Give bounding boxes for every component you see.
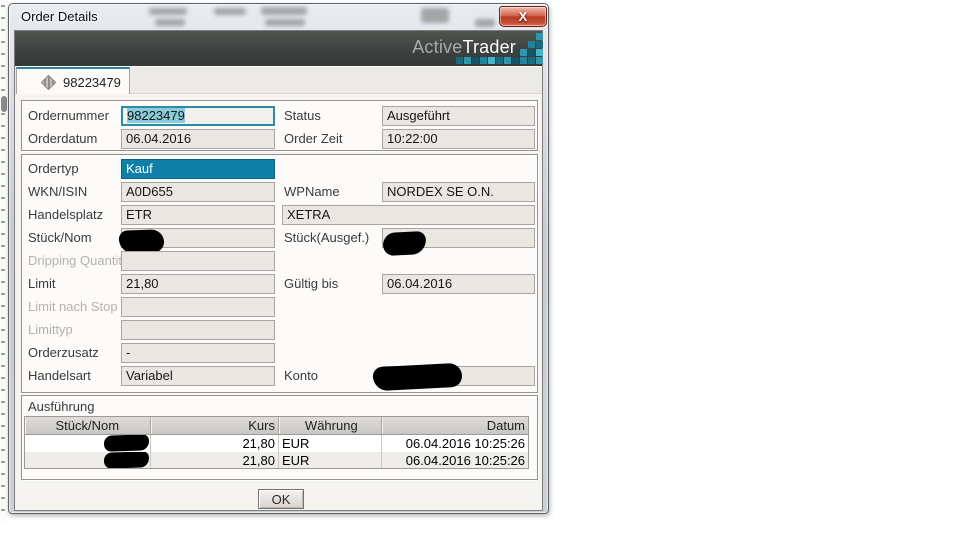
blurred-background-blob (261, 7, 307, 15)
form-area: Ordernummer 98223479 Status Ausgeführt O… (15, 94, 542, 510)
redaction-scribble (103, 435, 149, 452)
label-orderdatum: Orderdatum (28, 129, 97, 149)
group-execution: Ausführung Stück/Nom Kurs Währung Datum … (21, 395, 538, 480)
field-limit-nach-stop (121, 297, 275, 317)
label-orderzusatz: Orderzusatz (28, 343, 99, 363)
label-limittyp: Limittyp (28, 320, 73, 340)
field-orderdatum[interactable]: 06.04.2016 (121, 129, 275, 149)
blurred-background-blob (214, 8, 246, 15)
execution-cell-c1 (25, 452, 151, 468)
field-handelsart[interactable]: Variabel (121, 366, 275, 386)
field-handelsplatz[interactable]: ETR (121, 205, 275, 225)
execution-cell-c2: 21,80 (151, 452, 280, 468)
label-stueck-ausgef: Stück(Ausgef.) (284, 228, 369, 248)
close-button[interactable]: X (499, 6, 547, 27)
column-header-waehrung[interactable]: Währung (279, 417, 382, 434)
dialog-title: Order Details (21, 9, 98, 24)
label-status: Status (284, 106, 321, 126)
column-header-stueck-nom[interactable]: Stück/Nom (25, 417, 151, 434)
execution-group-label: Ausführung (28, 399, 95, 414)
label-orderzeit: Order Zeit (284, 129, 343, 149)
label-gueltig-bis: Gültig bis (284, 274, 338, 294)
label-limit-nach-stop: Limit nach Stop (28, 297, 118, 317)
label-ordertyp: Ordertyp (28, 159, 79, 179)
tab-order-98223479[interactable]: 98223479 (16, 67, 130, 95)
tab-strip: 98223479 (15, 66, 542, 94)
label-handelsart: Handelsart (28, 366, 91, 386)
redaction-scribble (382, 231, 426, 256)
field-status[interactable]: Ausgeführt (382, 106, 535, 126)
label-konto: Konto (284, 366, 318, 386)
column-header-datum[interactable]: Datum (382, 417, 528, 434)
execution-row[interactable]: 21,80EUR06.04.2016 10:25:26 (24, 435, 529, 452)
field-ordernummer[interactable]: 98223479 (121, 106, 275, 126)
execution-cell-c4: 06.04.2016 10:25:26 (382, 435, 528, 452)
label-stueck-nom: Stück/Nom (28, 228, 92, 248)
brand-header: ActiveTrader (15, 31, 542, 66)
execution-table-body: 21,80EUR06.04.2016 10:25:2621,80EUR06.04… (24, 435, 529, 469)
field-ordertyp[interactable]: Kauf (121, 159, 275, 179)
execution-cell-c2: 21,80 (151, 435, 280, 452)
close-icon: X (500, 9, 546, 25)
column-header-kurs[interactable]: Kurs (151, 417, 280, 434)
blurred-background-blob (475, 19, 495, 27)
dialog-titlebar[interactable]: Order Details (9, 4, 548, 30)
field-limit[interactable]: 21,80 (121, 274, 275, 294)
brand-part-trader: Trader (462, 37, 516, 57)
blurred-background-blob (155, 19, 185, 26)
background-text-noise (1, 0, 5, 521)
label-ordernummer: Ordernummer (28, 106, 109, 126)
label-limit: Limit (28, 274, 55, 294)
order-details-dialog: Order Details X ActiveTrader (8, 3, 549, 514)
blurred-background-blob (421, 8, 449, 23)
field-boerse[interactable]: XETRA (282, 205, 535, 225)
label-wpname: WPName (284, 182, 340, 202)
execution-table-header: Stück/Nom Kurs Währung Datum (24, 416, 529, 435)
label-wkn-isin: WKN/ISIN (28, 182, 87, 202)
redaction-scribble (103, 452, 149, 468)
tab-label: 98223479 (63, 75, 121, 90)
label-handelsplatz: Handelsplatz (28, 205, 103, 225)
field-wpname[interactable]: NORDEX SE O.N. (382, 182, 535, 202)
group-order-header: Ordernummer 98223479 Status Ausgeführt O… (21, 100, 538, 151)
brand-logo: ActiveTrader (412, 37, 516, 58)
execution-cell-c1 (25, 435, 151, 452)
blurred-background-blob (265, 19, 305, 26)
ok-button[interactable]: OK (258, 489, 304, 509)
background-app-edge (0, 0, 8, 521)
field-gueltig-bis[interactable]: 06.04.2016 (382, 274, 535, 294)
brand-part-active: Active (412, 37, 462, 57)
execution-row[interactable]: 21,80EUR06.04.2016 10:25:26 (24, 452, 529, 469)
dialog-content: ActiveTrader (14, 30, 543, 511)
field-dripping-quantity (121, 251, 275, 271)
execution-cell-c3: EUR (279, 435, 382, 452)
background-scrollbar-thumb (1, 96, 7, 112)
field-orderzeit[interactable]: 10:22:00 (382, 129, 535, 149)
group-order-details: Ordertyp Kauf WKN/ISIN A0D655 WPName NOR… (21, 154, 538, 393)
field-limittyp (121, 320, 275, 340)
label-dripping-quantity: Dripping Quantity (28, 251, 128, 271)
execution-table: Stück/Nom Kurs Währung Datum 21,80EUR06.… (24, 416, 529, 469)
order-tab-icon (41, 74, 57, 90)
redaction-scribble (372, 363, 462, 392)
execution-cell-c3: EUR (279, 452, 382, 468)
field-orderzusatz[interactable]: - (121, 343, 275, 363)
blurred-background-blob (149, 8, 187, 15)
execution-cell-c4: 06.04.2016 10:25:26 (382, 452, 528, 468)
field-wkn-isin[interactable]: A0D655 (121, 182, 275, 202)
